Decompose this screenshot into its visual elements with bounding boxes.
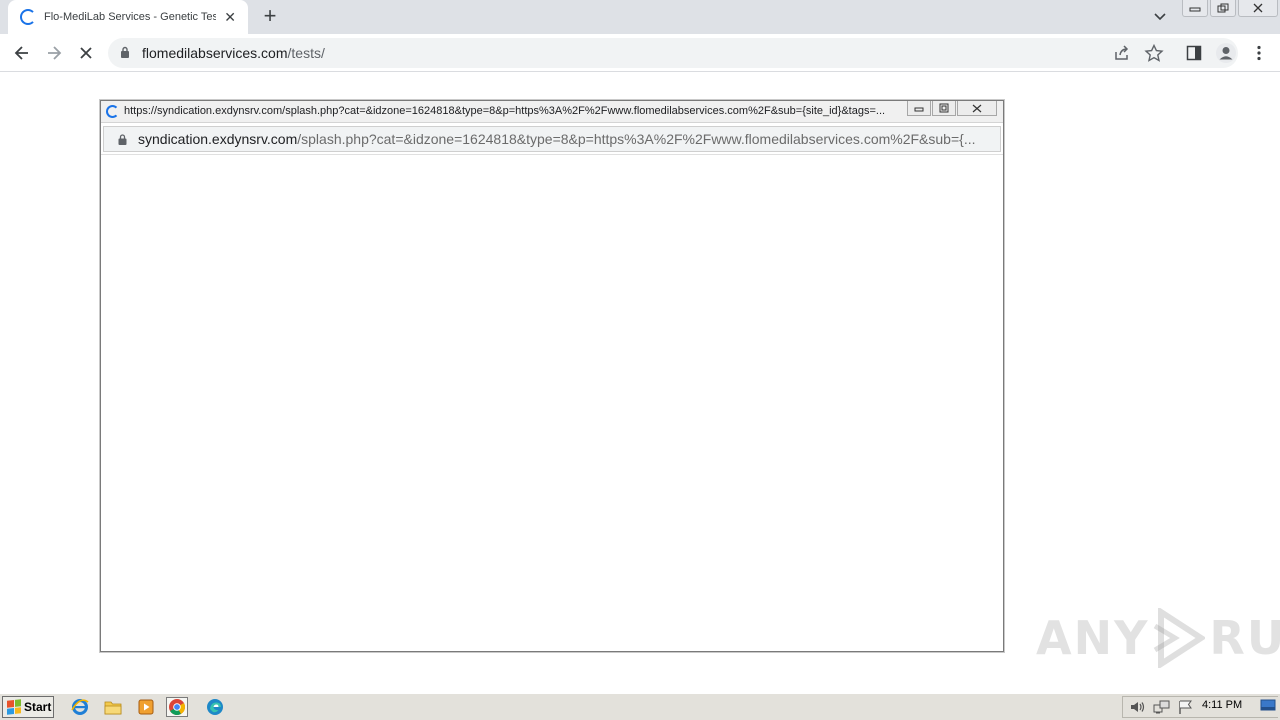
- explorer-icon: [104, 701, 122, 715]
- anyrun-watermark-logo: ANY RUN: [1036, 606, 1280, 670]
- tab-search-button[interactable]: [1150, 8, 1170, 26]
- tab-close-button[interactable]: ✕: [222, 9, 238, 26]
- taskbar-edge[interactable]: [204, 697, 226, 717]
- ie-icon: [71, 699, 89, 715]
- address-url[interactable]: flomedilabservices.com/tests/: [142, 45, 325, 61]
- profile-button[interactable]: [1214, 41, 1238, 65]
- avatar-icon: [1216, 43, 1236, 63]
- popup-address-bar[interactable]: syndication.exdynsrv.com/splash.php?cat=…: [103, 126, 1001, 152]
- chrome-icon: [169, 699, 185, 715]
- tab-title: Flo-MediLab Services - Genetic Tests: [44, 11, 217, 23]
- url-path: /splash.php?cat=&idzone=1624818&type=8&p…: [297, 131, 976, 147]
- restore-icon: [1217, 3, 1229, 13]
- play-icon: [1154, 608, 1206, 668]
- taskbar-chrome[interactable]: [166, 697, 188, 717]
- minimize-icon: [914, 107, 924, 112]
- kebab-menu-icon: [1257, 45, 1261, 61]
- menu-button[interactable]: [1247, 41, 1271, 65]
- browser-toolbar: flomedilabservices.com/tests/: [0, 34, 1280, 72]
- window-close-button[interactable]: [1238, 0, 1278, 17]
- popup-maximize-button[interactable]: [932, 101, 956, 116]
- volume-icon[interactable]: [1129, 700, 1147, 714]
- new-tab-button[interactable]: +: [258, 4, 282, 28]
- address-bar[interactable]: flomedilabservices.com/tests/: [108, 38, 1238, 68]
- close-icon: [1253, 3, 1263, 13]
- arrow-left-icon: [14, 46, 28, 60]
- browser-tab[interactable]: Flo-MediLab Services - Genetic Tests ✕: [8, 0, 248, 34]
- edge-icon: [207, 699, 223, 715]
- flag-icon[interactable]: [1177, 700, 1195, 714]
- taskbar-ie[interactable]: [69, 697, 91, 717]
- close-icon: [972, 104, 982, 112]
- taskbar-clock[interactable]: 4:11 PM: [1202, 699, 1242, 711]
- watermark-text-left: ANY: [1036, 611, 1150, 665]
- windows-logo-icon: [7, 699, 21, 715]
- popup-minimize-button[interactable]: [907, 101, 931, 116]
- system-tray: [1122, 696, 1278, 718]
- window-controls: [1182, 0, 1280, 18]
- watermark-text-right: RUN: [1209, 611, 1280, 665]
- chevron-down-icon: [1154, 13, 1166, 21]
- start-button[interactable]: Start: [2, 696, 54, 718]
- back-button[interactable]: [10, 41, 34, 65]
- media-player-icon: [138, 699, 154, 715]
- forward-button[interactable]: [42, 41, 66, 65]
- loading-spinner-icon: [20, 9, 36, 25]
- popup-title: https://syndication.exdynsrv.com/splash.…: [124, 105, 886, 117]
- popup-content[interactable]: [101, 154, 1003, 651]
- url-host: syndication.exdynsrv.com: [138, 131, 298, 147]
- start-label: Start: [24, 700, 52, 714]
- show-desktop-icon[interactable]: [1260, 699, 1276, 711]
- minimize-icon: [1189, 7, 1201, 12]
- taskbar-media-player[interactable]: [135, 697, 157, 717]
- tab-strip: Flo-MediLab Services - Genetic Tests ✕ +: [0, 0, 1280, 34]
- close-icon: [80, 47, 92, 59]
- popup-window-controls: [907, 101, 998, 116]
- arrow-right-icon: [48, 46, 62, 60]
- url-path: /tests/: [287, 45, 325, 61]
- lock-icon: [118, 134, 127, 145]
- minimize-button[interactable]: [1182, 0, 1208, 17]
- popup-close-button[interactable]: [957, 101, 997, 116]
- taskbar: Start 4:11 PM: [0, 693, 1280, 720]
- popup-window: https://syndication.exdynsrv.com/splash.…: [100, 100, 1004, 652]
- share-icon[interactable]: [1112, 44, 1132, 62]
- restore-button[interactable]: [1210, 0, 1236, 17]
- stop-loading-button[interactable]: [74, 41, 98, 65]
- lock-icon[interactable]: [120, 46, 130, 58]
- side-panel-icon: [1186, 45, 1202, 61]
- url-host: flomedilabservices.com: [142, 45, 288, 61]
- popup-url[interactable]: syndication.exdynsrv.com/splash.php?cat=…: [138, 131, 988, 147]
- loading-spinner-icon: [106, 105, 119, 118]
- popup-titlebar[interactable]: https://syndication.exdynsrv.com/splash.…: [101, 101, 1003, 123]
- taskbar-explorer[interactable]: [102, 697, 124, 717]
- star-icon[interactable]: [1144, 44, 1164, 62]
- restore-icon: [939, 103, 949, 113]
- side-panel-button[interactable]: [1182, 41, 1206, 65]
- network-icon[interactable]: [1153, 700, 1171, 714]
